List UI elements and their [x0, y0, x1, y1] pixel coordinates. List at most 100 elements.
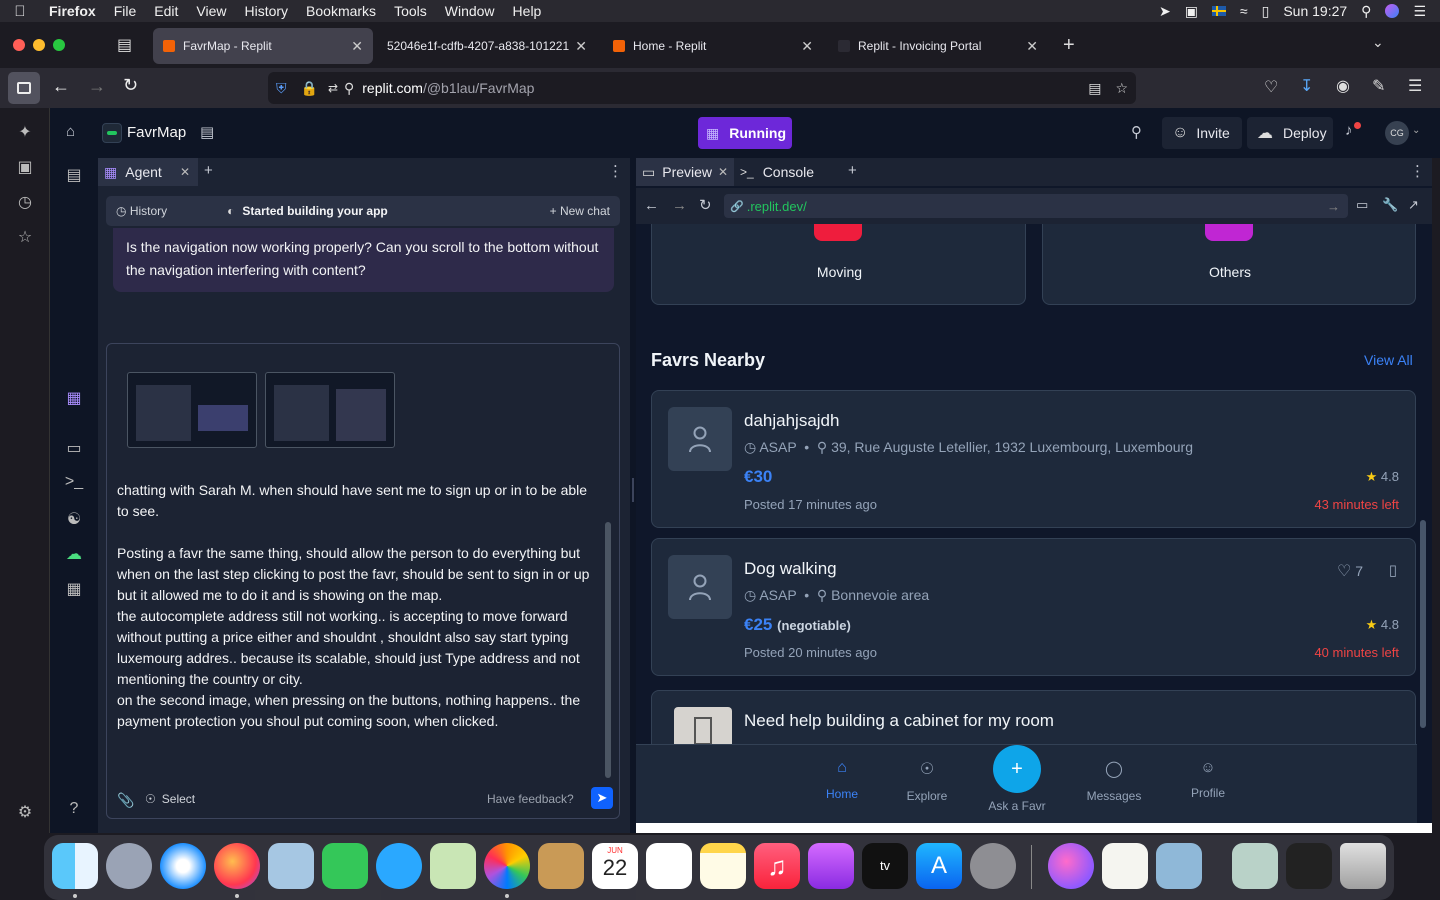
- system-settings-icon[interactable]: [970, 843, 1016, 889]
- siri-icon[interactable]: [1385, 4, 1400, 18]
- minimize-window-button[interactable]: [33, 39, 45, 51]
- flag-icon[interactable]: [1211, 6, 1226, 16]
- menu-tools[interactable]: Tools: [385, 3, 436, 19]
- calendar-icon[interactable]: JUN 22: [592, 843, 638, 889]
- nav-messages[interactable]: ◯ Messages: [1072, 759, 1156, 803]
- forward-icon[interactable]: →: [88, 76, 106, 97]
- close-tab-icon[interactable]: ✕: [351, 38, 363, 55]
- firefox-view-icon[interactable]: ▤: [117, 35, 132, 55]
- extensions-icon[interactable]: ✎: [1372, 76, 1385, 96]
- nav-profile[interactable]: ☺ Profile: [1170, 759, 1246, 800]
- favr-card[interactable]: dahjahjsajdh ◷ ASAP • ⚲ 39, Rue Auguste …: [651, 390, 1416, 528]
- home-icon[interactable]: ⌂: [66, 123, 75, 140]
- database-tool-icon[interactable]: ☯: [64, 509, 84, 529]
- invite-button[interactable]: ☺ Invite: [1162, 117, 1242, 149]
- menu-history[interactable]: History: [235, 3, 297, 19]
- chat-input-box[interactable]: chatting with Sarah M. when should have …: [106, 343, 620, 819]
- music-icon[interactable]: ♫: [754, 843, 800, 889]
- webview-url-field[interactable]: 🔗 .replit.dev/ →: [724, 194, 1348, 218]
- app-store-icon[interactable]: A: [916, 843, 962, 889]
- notifications-icon[interactable]: ♪: [1345, 122, 1353, 139]
- lock-icon[interactable]: 🔒: [301, 80, 318, 97]
- location-arrow-icon[interactable]: ➤: [1159, 3, 1171, 20]
- agent-tool-icon[interactable]: ▦: [64, 388, 84, 408]
- downloads-icon[interactable]: ↧: [1300, 76, 1313, 96]
- ai-chatbot-icon[interactable]: ✦: [15, 122, 35, 142]
- menu-app-name[interactable]: Firefox: [40, 3, 105, 19]
- menu-view[interactable]: View: [187, 3, 235, 19]
- webview-forward-icon[interactable]: →: [672, 197, 687, 214]
- file-tree-icon[interactable]: ▤: [64, 165, 84, 185]
- permissions-icon[interactable]: ⇄: [328, 81, 338, 95]
- shell-tool-icon[interactable]: >_: [64, 473, 84, 493]
- list-all-tabs-icon[interactable]: ⌄: [1372, 34, 1384, 51]
- close-tab-icon[interactable]: ✕: [718, 165, 728, 179]
- category-card[interactable]: Others: [1042, 224, 1416, 305]
- close-tab-icon[interactable]: ✕: [575, 38, 587, 55]
- spotlight-icon[interactable]: ⚲: [1361, 3, 1371, 20]
- devtools-wrench-icon[interactable]: 🔧: [1382, 197, 1398, 213]
- contacts-icon[interactable]: [538, 843, 584, 889]
- tab-invoicing-portal[interactable]: Replit - Invoicing Portal ✕: [828, 28, 1048, 64]
- feedback-link[interactable]: Have feedback?: [487, 792, 574, 806]
- bookmark-star-icon[interactable]: ☆: [1115, 80, 1128, 97]
- history-icon[interactable]: ◷: [15, 192, 35, 212]
- search-icon[interactable]: ⚲: [1131, 123, 1142, 141]
- console-tab[interactable]: >_ Console: [740, 158, 836, 186]
- send-button[interactable]: ➤: [591, 787, 613, 809]
- device-preview-icon[interactable]: ▭: [1356, 197, 1368, 213]
- agent-tab[interactable]: ▦ Agent ✕: [98, 158, 198, 186]
- preview-tab[interactable]: ▭ Preview ✕: [636, 158, 734, 186]
- wifi-icon[interactable]: ≈: [1240, 3, 1248, 19]
- open-new-window-icon[interactable]: ↗: [1408, 197, 1419, 213]
- attach-icon[interactable]: 📎: [117, 792, 134, 809]
- minimized-window-icon[interactable]: [1286, 843, 1332, 889]
- new-chat-button[interactable]: + New chat: [550, 204, 610, 218]
- nav-explore[interactable]: ☉ Explore: [889, 759, 965, 803]
- menu-window[interactable]: Window: [436, 3, 504, 19]
- all-tools-icon[interactable]: ▦: [64, 579, 84, 599]
- webview-back-icon[interactable]: ←: [644, 197, 659, 214]
- chevron-down-icon[interactable]: ⌄: [1412, 125, 1420, 136]
- menu-edit[interactable]: Edit: [145, 3, 187, 19]
- clock[interactable]: Sun 19:27: [1283, 3, 1347, 19]
- location-pin-icon[interactable]: ⚲: [344, 80, 354, 97]
- tab-uuid[interactable]: 52046e1f-cdfb-4207-a838-101221 ✕: [377, 28, 597, 64]
- airplay-icon[interactable]: ▣: [1185, 3, 1198, 20]
- app-menu-icon[interactable]: ☰: [1408, 76, 1422, 96]
- tab-favrmap[interactable]: FavrMap - Replit ✕: [153, 28, 373, 64]
- history-button[interactable]: ◷ History: [116, 204, 167, 218]
- view-all-link[interactable]: View All: [1364, 352, 1413, 368]
- chat-draft-text[interactable]: chatting with Sarah M. when should have …: [117, 480, 599, 732]
- add-tab-icon[interactable]: +: [204, 162, 213, 179]
- bookmarks-icon[interactable]: ☆: [15, 227, 35, 247]
- menu-bookmarks[interactable]: Bookmarks: [297, 3, 385, 19]
- safari-icon[interactable]: [160, 843, 206, 889]
- podcasts-icon[interactable]: [808, 843, 854, 889]
- menu-file[interactable]: File: [105, 3, 146, 19]
- maps-window-icon[interactable]: [1232, 843, 1278, 889]
- facetime-icon[interactable]: [322, 843, 368, 889]
- attachment-thumbnail[interactable]: [265, 372, 395, 448]
- project-settings-icon[interactable]: ▤: [200, 123, 214, 141]
- account-icon[interactable]: ◉: [1336, 76, 1350, 96]
- go-arrow-icon[interactable]: →: [1327, 199, 1340, 214]
- menu-help[interactable]: Help: [504, 3, 551, 19]
- reminders-icon[interactable]: [646, 843, 692, 889]
- photos-icon[interactable]: [484, 843, 530, 889]
- close-tab-icon[interactable]: ✕: [180, 165, 190, 179]
- firefox-nightly-icon[interactable]: [1048, 843, 1094, 889]
- nav-ask-favr[interactable]: + Ask a Favr: [972, 745, 1062, 813]
- close-tab-icon[interactable]: ✕: [801, 38, 813, 55]
- reader-view-icon[interactable]: ▤: [1088, 80, 1101, 97]
- more-options-icon[interactable]: ⋮: [1410, 162, 1425, 180]
- battery-icon[interactable]: ▯: [1262, 3, 1270, 20]
- messages-icon[interactable]: [376, 843, 422, 889]
- firefox-dock-icon[interactable]: [214, 843, 260, 889]
- apple-tv-icon[interactable]: tv: [862, 843, 908, 889]
- notes-icon[interactable]: [700, 843, 746, 889]
- control-center-icon[interactable]: ☰: [1413, 3, 1426, 20]
- project-name[interactable]: FavrMap: [127, 124, 186, 141]
- tab-home-replit[interactable]: Home - Replit ✕: [603, 28, 823, 64]
- apple-menu-icon[interactable]: : [0, 3, 40, 20]
